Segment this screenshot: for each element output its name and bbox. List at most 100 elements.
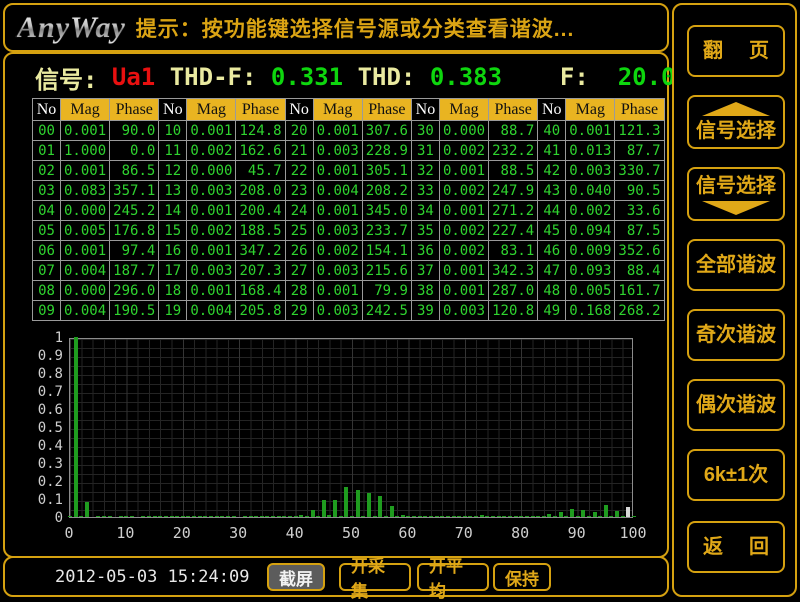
y-axis-tick-label: 0.8 [27,366,63,382]
thdf-value: 0.331 [271,63,343,91]
mag-cell: 0.002 [439,221,488,241]
chart-bar [294,516,298,517]
column-header-phase: Phase [110,99,159,121]
harmonic-no-cell: 16 [159,241,187,261]
chart-bar [192,516,196,517]
harmonic-no-cell: 17 [159,261,187,281]
chart-bar [271,516,275,517]
phase-cell: 268.2 [615,301,664,321]
chart-bar [593,512,597,517]
mag-cell: 0.000 [61,281,110,301]
y-axis-tick-label: 0.5 [27,420,63,436]
harmonic-no-cell: 45 [538,221,566,241]
phase-cell: 227.4 [489,221,538,241]
mag-cell: 0.001 [313,121,362,141]
chart-bar [564,516,568,517]
chart-bar [598,516,602,517]
x-axis-tick-label: 50 [331,524,371,542]
column-header-no: No [538,99,566,121]
sidebar-button-3[interactable]: 信号选择 [687,167,785,221]
main-panel: 信号: Ua1 THD-F: 0.331 THD: 0.383 F: 20.0 … [3,52,669,558]
sidebar-button-8[interactable]: 返回 [687,521,785,573]
harmonic-no-cell: 02 [33,161,61,181]
chart-bar [119,516,123,517]
mag-cell: 0.000 [61,201,110,221]
chart-bar [502,516,506,517]
chart-bar [153,516,157,517]
footer-button-3[interactable]: 开平均 [417,563,489,591]
chart-bar [570,509,574,517]
phase-cell: 90.0 [110,121,159,141]
sidebar-button-4[interactable]: 全部谐波 [687,239,785,291]
chart-bar [384,516,388,517]
footer-button-4[interactable]: 保持 [493,563,551,591]
chart-bar [485,516,489,517]
chart-bar [531,516,535,517]
sidebar-button-6[interactable]: 偶次谐波 [687,379,785,431]
chart-bar [542,516,546,517]
x-axis-tick-label: 100 [613,524,653,542]
thd-value: 0.383 [430,63,502,91]
mag-cell: 0.094 [566,221,615,241]
x-axis-tick-label: 40 [275,524,315,542]
chart-bar [615,511,619,517]
harmonic-no-cell: 07 [33,261,61,281]
harmonic-no-cell: 49 [538,301,566,321]
chart-bar [621,516,625,517]
sidebar-button-label: 信号选择 [696,174,776,198]
footer-button-1[interactable]: 截屏 [267,563,325,591]
chart-bar [468,516,472,517]
chart-bar [327,515,331,517]
sidebar-button-label: 奇次谐波 [696,323,776,347]
sidebar-button-2[interactable]: 信号选择 [687,95,785,149]
chart-bar [609,516,613,517]
sidebar-button-5[interactable]: 奇次谐波 [687,309,785,361]
mag-cell: 0.001 [61,121,110,141]
chart-bar [299,515,303,517]
harmonic-no-cell: 08 [33,281,61,301]
harmonic-no-cell: 29 [285,301,313,321]
chart-bar [536,516,540,517]
phase-cell: 345.0 [362,201,411,221]
chart-bar [170,516,174,517]
phase-cell: 352.6 [615,241,664,261]
sidebar-button-7[interactable]: 6k±1次 [687,449,785,501]
harmonic-no-cell: 28 [285,281,313,301]
x-axis-tick-label: 20 [162,524,202,542]
harmonic-no-cell: 01 [33,141,61,161]
harmonic-no-cell: 48 [538,281,566,301]
chart-bar [277,516,281,517]
thdf-label: THD-F: [170,63,257,91]
phase-cell: 330.7 [615,161,664,181]
column-header-phase: Phase [489,99,538,121]
chart-bar [463,516,467,517]
harmonic-no-cell: 21 [285,141,313,161]
sidebar-button-1[interactable]: 翻页 [687,25,785,77]
phase-cell: 88.7 [489,121,538,141]
footer-button-2[interactable]: 开采集 [339,563,411,591]
y-axis-tick-label: 0.3 [27,456,63,472]
chart-bar [553,516,557,517]
table-row: 090.004190.5190.004205.8290.003242.5390.… [33,301,665,321]
chart-bar [406,516,410,517]
chart-bar [254,516,258,517]
harmonic-no-cell: 39 [411,301,439,321]
chart-bar [147,516,151,517]
mag-cell: 0.003 [187,181,236,201]
phase-cell: 120.8 [489,301,538,321]
chart-bar [395,516,399,517]
phase-cell: 208.2 [362,181,411,201]
phase-cell: 87.7 [615,141,664,161]
harmonic-no-cell: 22 [285,161,313,181]
harmonic-no-cell: 12 [159,161,187,181]
mag-cell: 1.000 [61,141,110,161]
y-axis-tick-label: 0.9 [27,348,63,364]
harmonic-no-cell: 37 [411,261,439,281]
chart-bar [547,514,551,517]
chart-bar [282,516,286,517]
phase-cell: 342.3 [489,261,538,281]
y-axis-tick-label: 0.6 [27,402,63,418]
chart-bar [124,516,128,517]
harmonic-no-cell: 34 [411,201,439,221]
harmonic-no-cell: 19 [159,301,187,321]
